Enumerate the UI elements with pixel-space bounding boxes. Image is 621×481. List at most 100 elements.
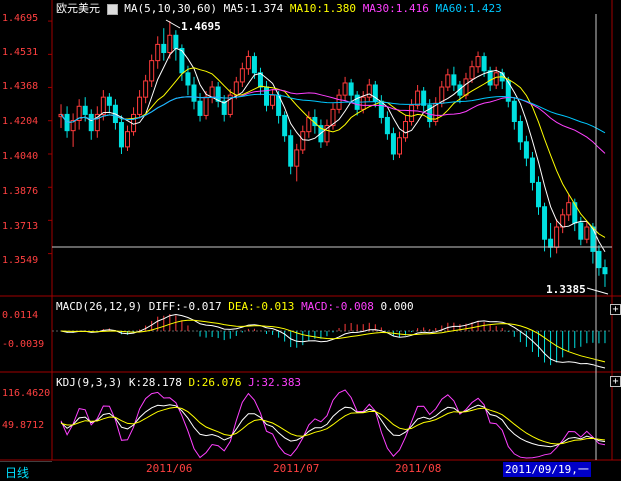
candle — [239, 62, 245, 88]
macd-tick-label: -0.0039 — [2, 339, 45, 350]
macd-panel-expand-button[interactable]: + — [610, 376, 621, 387]
price-tick-label: 1.3713 — [2, 221, 39, 232]
ma10-line — [60, 67, 606, 238]
candle — [596, 245, 602, 276]
candle — [499, 68, 505, 90]
macd-diff-value: DIFF:-0.017 — [148, 300, 222, 313]
period-tab-label: 日线 — [5, 466, 30, 480]
ma10-value: MA10:1.380 — [289, 2, 357, 15]
candle — [445, 68, 451, 92]
candle — [415, 84, 421, 110]
high-price-label: 1.4695 — [181, 20, 221, 33]
candle — [294, 143, 300, 182]
macd-dea-value: DEA:-0.013 — [228, 300, 295, 313]
price-tick-label: 1.3876 — [2, 186, 39, 197]
candle — [330, 103, 336, 130]
candle — [535, 176, 541, 215]
moving-average-lines — [60, 47, 606, 253]
price-tick-label: 1.4695 — [2, 13, 39, 24]
candle — [542, 202, 548, 252]
kdj-tick-label: 49.8712 — [2, 420, 45, 431]
date-axis-label: 2011/07 — [273, 462, 320, 475]
candle — [554, 218, 560, 254]
candle — [324, 119, 330, 146]
cursor-date-label: 2011/09/19,一 — [503, 462, 591, 477]
candle — [70, 113, 76, 147]
high-marker — [165, 19, 181, 29]
macd-dea-line — [60, 319, 606, 363]
candle — [131, 107, 137, 136]
candle — [511, 97, 517, 130]
candle — [209, 80, 215, 104]
candle — [560, 208, 566, 234]
price-tick-label: 1.3549 — [2, 255, 39, 266]
ma60-value: MA60:1.423 — [435, 2, 502, 15]
price-chart-area[interactable] — [0, 0, 621, 480]
candle — [584, 220, 590, 244]
candle — [378, 95, 384, 124]
candle — [348, 78, 354, 102]
kdj-k-line — [60, 404, 606, 448]
candle — [227, 89, 233, 118]
date-axis-label: 2011/06 — [146, 462, 193, 475]
kdj-panel — [60, 389, 606, 459]
candle — [548, 222, 554, 258]
main-indicator-header: 欧元美元 MA(5,10,30,60) MA5:1.374 MA10:1.380… — [56, 2, 502, 15]
kdj-header: KDJ(9,3,3) K:28.178 D:26.076 J:32.383 — [56, 376, 301, 389]
candle — [88, 109, 94, 140]
candle — [282, 111, 288, 142]
kdj-j-value: J:32.383 — [248, 376, 302, 389]
candle — [161, 28, 167, 61]
main-panel-expand-button[interactable]: + — [610, 304, 621, 315]
candle — [529, 151, 535, 191]
candle — [76, 99, 82, 130]
macd-tick-label: 0.0114 — [2, 310, 39, 321]
kdj-label: KDJ(9,3,3) — [56, 376, 123, 389]
candle — [125, 125, 131, 151]
candle — [390, 127, 396, 161]
candle — [306, 111, 312, 138]
candle — [336, 89, 342, 114]
candle — [396, 131, 402, 159]
ma-toggle-icon[interactable] — [106, 3, 118, 15]
candle — [221, 95, 227, 122]
candle — [566, 194, 572, 221]
candle — [245, 50, 251, 75]
candle — [475, 51, 481, 73]
candle — [94, 106, 100, 138]
candle — [433, 97, 439, 126]
kdj-d-line — [60, 406, 606, 445]
candle — [173, 30, 179, 61]
kdj-d-value: D:26.076 — [188, 376, 242, 389]
candle — [384, 111, 390, 140]
macd-bar-value: MACD:-0.008 — [301, 300, 374, 313]
macd-panel — [52, 313, 612, 369]
candle — [143, 74, 149, 104]
symbol-name: 欧元美元 — [56, 2, 100, 15]
price-tick-label: 1.4204 — [2, 116, 39, 127]
candle — [264, 80, 270, 112]
low-price-label: 1.3385 — [546, 283, 586, 296]
candle — [118, 115, 124, 154]
kdj-k-value: K:28.178 — [128, 376, 182, 389]
candle — [523, 135, 529, 167]
candle — [288, 129, 294, 175]
ma-label: MA(5,10,30,60) — [124, 2, 217, 15]
macd-header: MACD(26,12,9) DIFF:-0.017 DEA:-0.013 MAC… — [56, 300, 414, 313]
candle — [354, 91, 360, 116]
candle — [421, 87, 427, 112]
price-tick-label: 1.4531 — [2, 47, 39, 58]
candle — [517, 115, 523, 150]
date-axis-label: 2011/08 — [395, 462, 442, 475]
candle — [137, 90, 143, 119]
ma30-value: MA30:1.416 — [362, 2, 429, 15]
candle — [403, 115, 409, 142]
low-marker — [586, 287, 609, 295]
crosshair — [52, 14, 612, 460]
period-tab[interactable]: 日线 — [0, 461, 52, 481]
candle — [149, 54, 155, 88]
macd-diff-line — [60, 313, 606, 369]
grid-lines — [0, 0, 621, 461]
price-tick-label: 1.4040 — [2, 151, 39, 162]
macd-extra-value: 0.000 — [380, 300, 414, 313]
